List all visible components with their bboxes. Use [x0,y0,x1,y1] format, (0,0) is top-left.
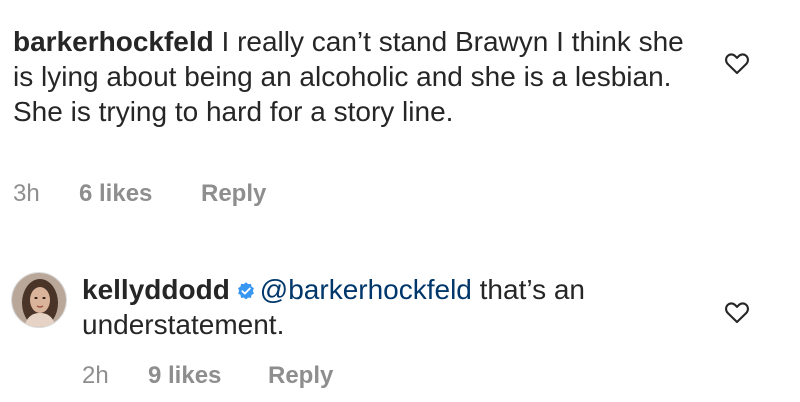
comment-2-meta: 2h 9 likes Reply [82,362,333,390]
comment-2-time[interactable]: 2h [82,362,148,390]
avatar[interactable] [11,272,67,328]
comment-1-body: barkerhockfeld I really can’t stand Braw… [13,24,693,129]
comment-2-username[interactable]: kellyddodd [82,274,230,305]
comment-2-mention[interactable]: @barkerhockfeld [260,274,472,305]
comment-2-reply-button[interactable]: Reply [268,362,333,390]
comment-2-likes[interactable]: 9 likes [148,362,268,390]
heart-outline-icon[interactable] [722,298,752,326]
avatar-photo [12,273,66,327]
heart-outline-icon[interactable] [722,49,752,77]
verified-badge-icon [237,282,254,300]
comment-1-username[interactable]: barkerhockfeld [13,26,214,57]
comment-2-body: kellyddodd @barkerhockfeld that’s an unde… [82,272,702,342]
comment-1-reply-button[interactable]: Reply [201,180,266,208]
comment-1-time[interactable]: 3h [13,180,79,208]
comment-1-meta: 3h 6 likes Reply [13,180,266,208]
comment-1-likes[interactable]: 6 likes [79,180,201,208]
